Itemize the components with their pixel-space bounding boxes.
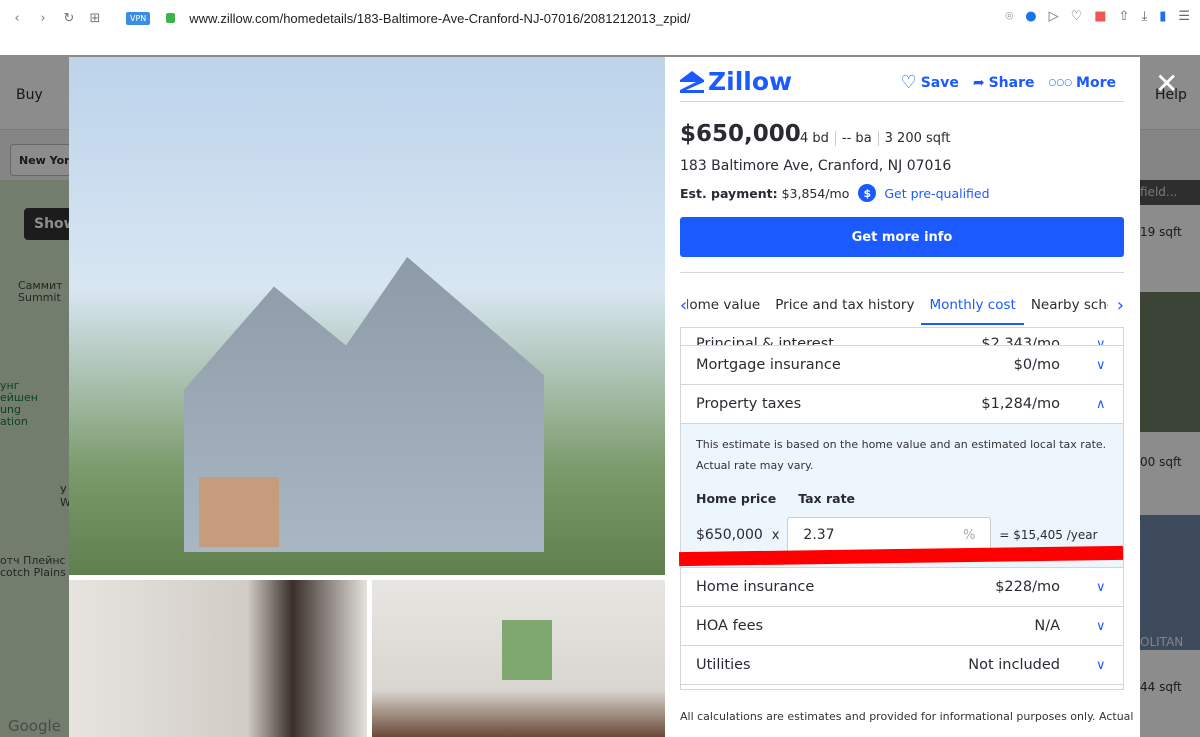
address: 183 Baltimore Ave, Cranford, NJ 07016 <box>680 158 952 174</box>
more-button[interactable]: ○○○ More <box>1048 72 1116 93</box>
listing-price: $650,000 <box>680 121 801 147</box>
section-tabs: ‹ Home value Price and tax history Month… <box>680 285 1124 325</box>
photo-gallery <box>69 57 665 737</box>
home-price-value: $650,000 <box>696 527 763 543</box>
get-prequalified-link[interactable]: Get pre-qualified <box>884 186 989 201</box>
chevron-down-icon[interactable]: ∨ <box>1096 337 1108 345</box>
monthly-cost-list: Principal & interest $2,343/mo ∨ Mortgage … <box>680 327 1124 690</box>
tab-price-tax-history[interactable]: Price and tax history <box>775 292 914 318</box>
photo-thumbnail[interactable] <box>372 580 665 737</box>
back-icon[interactable]: ‹ <box>8 11 26 26</box>
heart-icon[interactable]: ♡ <box>1071 9 1083 24</box>
zillow-logo[interactable]: Zillow <box>680 67 792 96</box>
shield-icon[interactable]: ● <box>1025 9 1036 24</box>
camera-icon[interactable]: ⌾ <box>1005 9 1013 24</box>
settings-icon[interactable]: ☰ <box>1178 9 1190 24</box>
cost-row-home-insurance[interactable]: Home insurance $228/mo ∨ <box>681 568 1123 607</box>
browser-toolbar: ‹ › ↻ ⊞ VPN www.zillow.com/homedetails/1… <box>0 0 1200 36</box>
photo-thumbnail[interactable] <box>69 580 367 737</box>
forward-icon[interactable]: › <box>34 11 52 26</box>
cost-row-utilities[interactable]: Utilities Not included ∨ <box>681 646 1123 685</box>
send-icon[interactable]: ▷ <box>1049 9 1059 24</box>
share-button[interactable]: ➦ Share <box>973 72 1035 93</box>
main-photo[interactable] <box>69 57 665 575</box>
close-icon[interactable]: ✕ <box>1155 70 1178 98</box>
tabs-grid-icon[interactable]: ⊞ <box>86 11 104 26</box>
dollar-icon: $ <box>858 184 877 202</box>
chevron-down-icon[interactable]: ∨ <box>1096 619 1108 634</box>
more-dots-icon: ○○○ <box>1048 77 1073 88</box>
chevron-left-icon[interactable]: ‹ <box>680 295 687 316</box>
lock-icon <box>166 13 176 23</box>
annual-tax: = $15,405 /year <box>999 528 1098 542</box>
chevron-down-icon[interactable]: ∨ <box>1096 358 1108 373</box>
chevron-down-icon[interactable]: ∨ <box>1096 580 1108 595</box>
extension-icon[interactable]: ■ <box>1094 9 1106 24</box>
reload-icon[interactable]: ↻ <box>60 11 78 26</box>
download-icon[interactable]: ⤓ <box>1141 9 1147 24</box>
cost-row-principal[interactable]: Principal & interest $2,343/mo ∨ <box>681 328 1123 346</box>
cost-row-hoa-fees[interactable]: HOA fees N/A ∨ <box>681 607 1123 646</box>
heart-icon: ♡ <box>900 72 917 93</box>
cost-row-mortgage-insurance[interactable]: Mortgage insurance $0/mo ∨ <box>681 346 1123 385</box>
share-arrow-icon: ➦ <box>972 74 985 91</box>
battery-icon[interactable]: ▮ <box>1159 9 1166 24</box>
cost-row-property-taxes[interactable]: Property taxes $1,284/mo ∧ <box>681 385 1123 424</box>
estimated-payment: Est. payment: $3,854/mo $ Get pre-qualif… <box>680 184 990 202</box>
address-bar[interactable]: www.zillow.com/homedetails/183-Baltimore… <box>189 11 690 26</box>
home-details-modal: Zillow ♡ Save ➦ Share ○○○ More $650,000 4 b… <box>69 57 1140 737</box>
save-button[interactable]: ♡ Save <box>901 72 959 93</box>
details-panel: Zillow ♡ Save ➦ Share ○○○ More $650,000 4 b… <box>665 57 1140 737</box>
vpn-badge[interactable]: VPN <box>126 11 151 25</box>
share-icon[interactable]: ⇧ <box>1119 9 1130 24</box>
tab-monthly-cost[interactable]: Monthly cost <box>921 292 1025 325</box>
get-more-info-button[interactable]: Get more info <box>680 217 1124 257</box>
chevron-up-icon[interactable]: ∧ <box>1096 397 1108 412</box>
disclaimer: All calculations are estimates and provi… <box>680 710 1134 723</box>
zillow-logo-icon <box>680 70 704 93</box>
tab-home-value[interactable]: Home value <box>687 292 760 318</box>
home-facts: 4 bd -- ba 3 200 sqft <box>800 131 956 146</box>
chevron-right-icon[interactable]: › <box>1108 294 1124 316</box>
chevron-down-icon[interactable]: ∨ <box>1096 658 1108 673</box>
